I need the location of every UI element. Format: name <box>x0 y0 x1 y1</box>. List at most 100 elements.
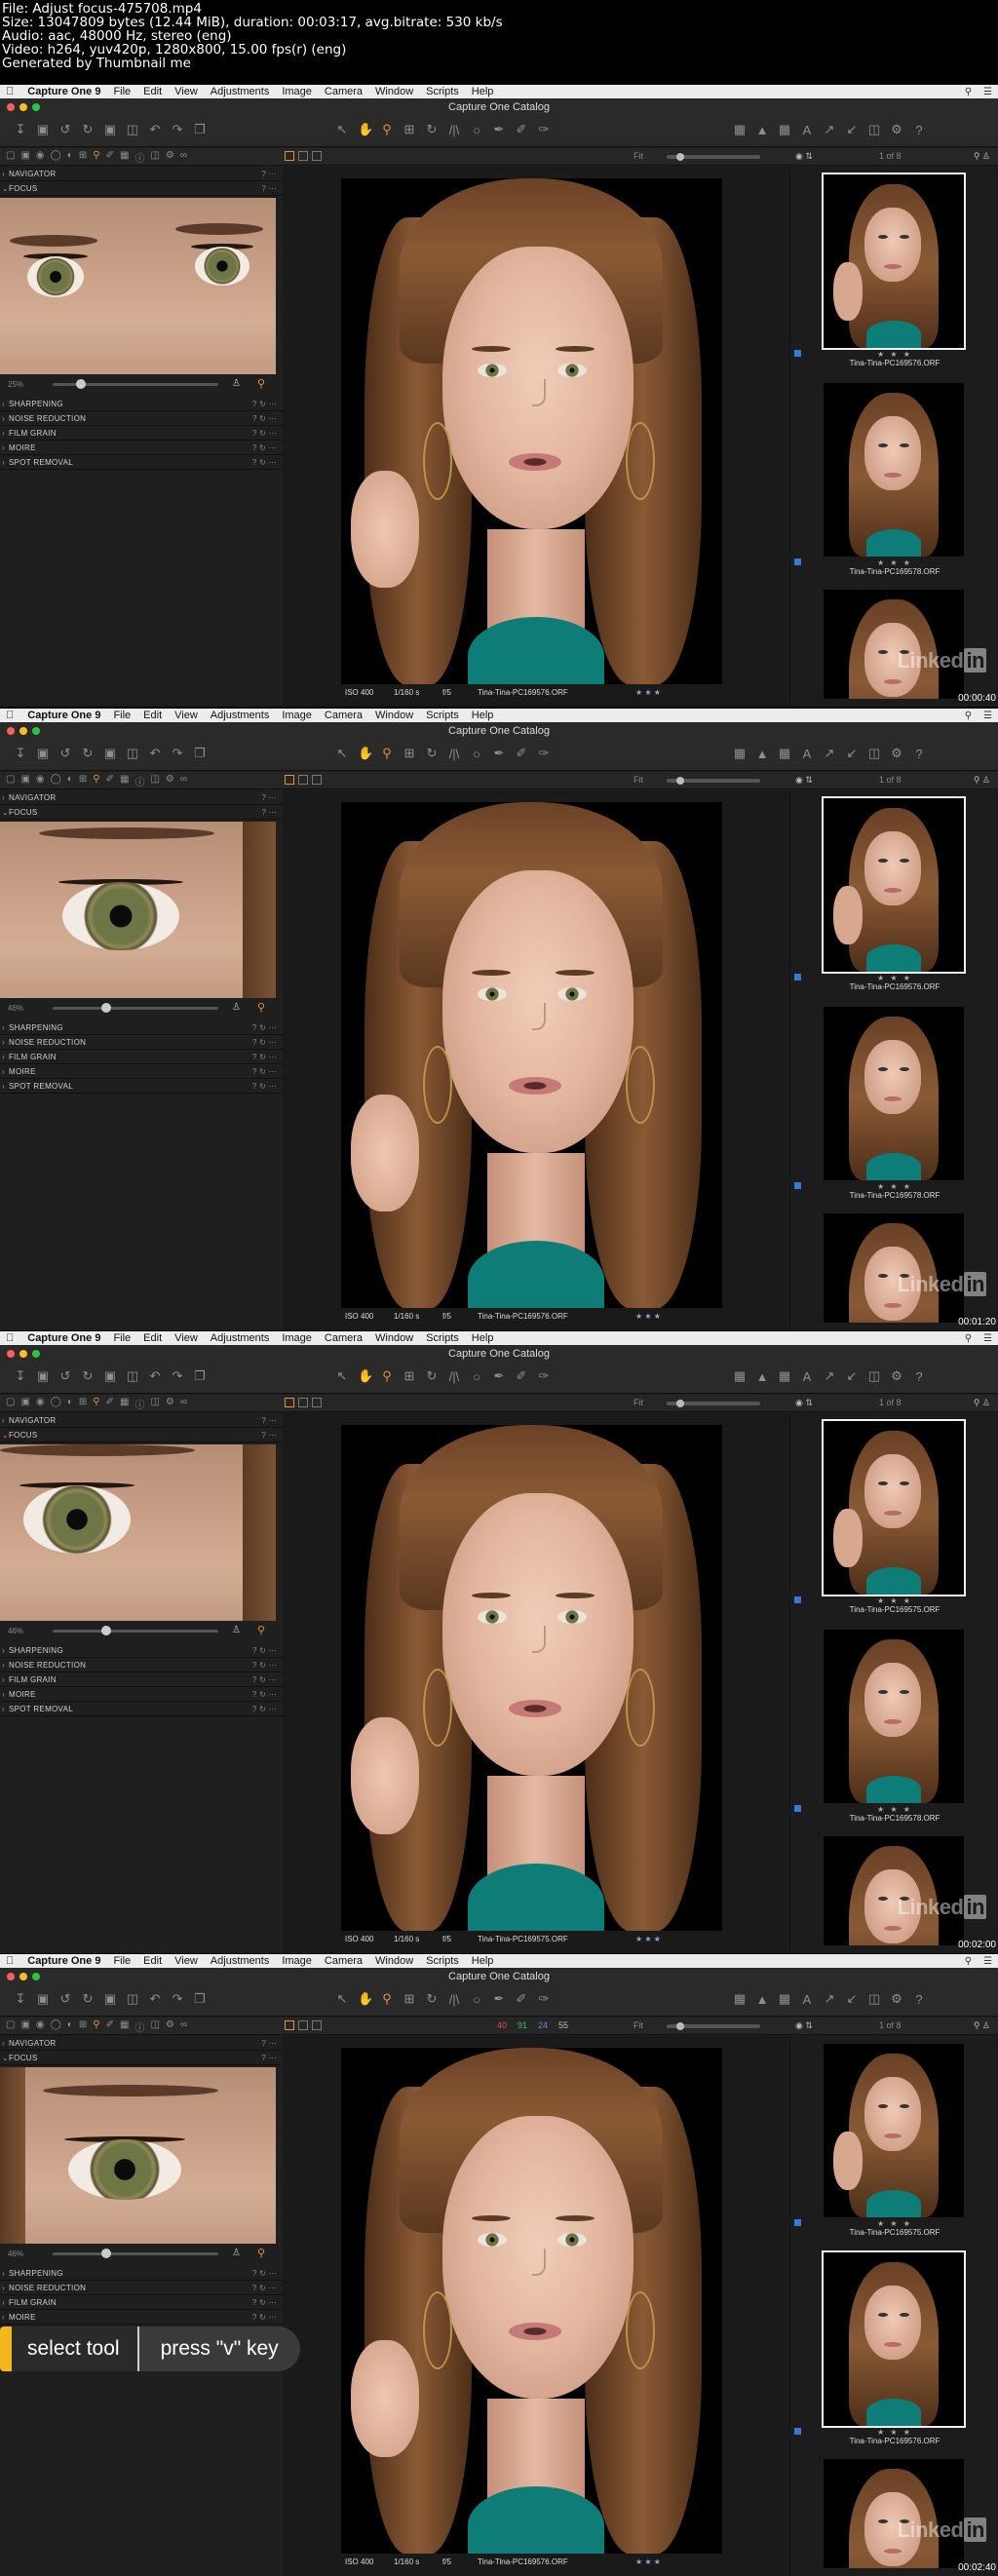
brush-tool-icon[interactable]: ✐ <box>515 122 528 137</box>
film-grain-header[interactable]: › FILM GRAIN ? ↻ ⋯ <box>0 1050 283 1064</box>
zoom-slider[interactable] <box>667 153 760 161</box>
menu-view[interactable]: View <box>174 1954 198 1968</box>
panel-menu-icon[interactable]: ? ⋯ <box>261 167 277 181</box>
adjust-tab-icon[interactable]: ▦ <box>120 1397 129 1411</box>
rotate-tool-icon[interactable]: ↻ <box>425 1368 439 1384</box>
capture-tab-icon[interactable]: ▣ <box>20 150 29 165</box>
rating-stars[interactable]: ★ ★ ★ <box>635 1935 661 1943</box>
menu-file[interactable]: File <box>113 85 131 98</box>
menu-camera[interactable]: Camera <box>325 1954 363 1968</box>
fit-label[interactable]: Fit <box>633 1398 643 1407</box>
metadata-tab-icon[interactable]: ⓘ <box>134 2019 144 2034</box>
moire-header[interactable]: › MOIRE ? ↻ ⋯ <box>0 1687 283 1702</box>
local-tab-icon[interactable]: ✐ <box>106 774 114 788</box>
focus-preview[interactable] <box>0 822 276 998</box>
loupe-icon[interactable]: ⚲ <box>257 2247 265 2259</box>
loupe-tool-icon[interactable]: ⚲ <box>380 1991 394 2007</box>
rotate-tool-icon[interactable]: ↻ <box>425 1991 439 2007</box>
thumbnail-rating[interactable]: ★ ★ ★ <box>790 558 998 567</box>
menu-image[interactable]: Image <box>282 85 312 98</box>
menu-scripts[interactable]: Scripts <box>426 85 459 98</box>
navigator-header[interactable]: › NAVIGATOR ? ⋯ <box>0 167 283 181</box>
copy-adjust-icon[interactable]: ↗ <box>823 746 836 761</box>
loupe-tool-icon[interactable]: ⚲ <box>380 1368 394 1384</box>
focus-zoom-knob[interactable] <box>101 2249 111 2258</box>
panel-menu-icon[interactable]: ? ⋯ <box>261 1428 277 1442</box>
print-icon[interactable]: ◫ <box>867 122 881 137</box>
batch-tab-icon[interactable]: ⚙ <box>166 1397 174 1411</box>
apply-adjust-icon[interactable]: ↙ <box>845 1991 859 2007</box>
navigator-header[interactable]: › NAVIGATOR ? ⋯ <box>0 1413 283 1428</box>
crop-tool-icon[interactable]: ⊞ <box>403 746 416 761</box>
main-photo[interactable] <box>341 178 722 684</box>
filmstrip-thumbnail[interactable] <box>822 1419 966 1596</box>
menu-edit[interactable]: Edit <box>143 1331 162 1345</box>
loupe-icon[interactable]: ⚲ <box>257 1624 265 1636</box>
filmstrip-thumbnail[interactable] <box>824 590 964 699</box>
spotlight-icon[interactable]: ⚲ <box>965 711 972 721</box>
eye-icon[interactable]: ◉ ⇅ <box>795 151 813 162</box>
moire-header[interactable]: › MOIRE ? ↻ ⋯ <box>0 2310 283 2325</box>
thumbnail-rating[interactable]: ★ ★ ★ <box>790 1805 998 1814</box>
focus-header[interactable]: ⌄ FOCUS ? ⋯ <box>0 2051 283 2065</box>
output-tab-icon[interactable]: ◫ <box>150 1397 159 1411</box>
details-tab-icon[interactable]: ⚲ <box>93 1397 99 1411</box>
redo-icon[interactable]: ↷ <box>171 746 184 761</box>
details-tab-icon[interactable]: ⚲ <box>93 150 99 165</box>
panel-tools-icon[interactable]: ? ↻ ⋯ <box>252 1079 277 1094</box>
apple-icon[interactable]:  <box>6 86 14 97</box>
crop-tool-icon[interactable]: ⊞ <box>403 1368 416 1384</box>
compare-view-icon[interactable] <box>312 1398 322 1407</box>
noise-reduction-header[interactable]: › NOISE REDUCTION ? ↻ ⋯ <box>0 1658 283 1672</box>
lens-tab-icon[interactable]: ◉ <box>36 774 45 788</box>
thumbnail-rating[interactable]: ★ ★ ★ <box>790 1596 998 1605</box>
help-icon[interactable]: ? <box>912 747 926 761</box>
brush-tool-icon[interactable]: ✐ <box>515 1991 528 2007</box>
annotate-tool-icon[interactable]: ✑ <box>537 1991 551 2007</box>
copy-adjust-icon[interactable]: ↗ <box>823 1368 836 1384</box>
text-icon[interactable]: A <box>800 747 814 761</box>
apple-icon[interactable]:  <box>6 1332 14 1344</box>
trash-icon[interactable]: ◫ <box>126 122 139 137</box>
apple-icon[interactable]:  <box>6 710 14 721</box>
hand-tool-icon[interactable]: ✋ <box>358 746 373 761</box>
library-tab-icon[interactable]: ▢ <box>6 1397 15 1411</box>
batch-tab-icon[interactable]: ⚙ <box>166 774 174 788</box>
gear-icon[interactable]: ⚙ <box>890 1368 903 1384</box>
crop-tool-icon[interactable]: ⊞ <box>403 1991 416 2007</box>
menu-adjustments[interactable]: Adjustments <box>211 1954 270 1968</box>
search-icon[interactable]: ⚲ ♙ <box>974 775 990 786</box>
picker-tool-icon[interactable]: ✒ <box>492 746 506 761</box>
select-checkbox[interactable] <box>794 2428 801 2435</box>
batch-tab-icon[interactable]: ⚙ <box>166 2019 174 2034</box>
film-grain-header[interactable]: › FILM GRAIN ? ↻ ⋯ <box>0 426 283 441</box>
filmstrip-thumbnail[interactable] <box>824 1836 964 1945</box>
search-icon[interactable]: ⚲ ♙ <box>974 151 990 162</box>
keystone-tool-icon[interactable]: /|\ <box>447 1992 461 2007</box>
single-view-icon[interactable] <box>298 151 308 161</box>
rotate-left-icon[interactable]: ↺ <box>58 1368 72 1384</box>
multi-view-icon[interactable] <box>285 775 294 785</box>
spot-tool-icon[interactable]: ○ <box>470 1992 483 2007</box>
select-checkbox[interactable] <box>794 1182 801 1189</box>
menu-edit[interactable]: Edit <box>143 1954 162 1968</box>
filmstrip-thumbnail[interactable] <box>824 1007 964 1180</box>
print-icon[interactable]: ◫ <box>867 1991 881 2007</box>
search-icon[interactable]: ⚲ ♙ <box>974 1398 990 1408</box>
multi-view-icon[interactable] <box>285 151 294 161</box>
sharpening-header[interactable]: › SHARPENING ? ↻ ⋯ <box>0 397 283 411</box>
zoom-slider[interactable] <box>667 2022 760 2030</box>
main-photo[interactable] <box>341 802 722 1308</box>
thumbnail-rating[interactable]: ★ ★ ★ <box>790 2428 998 2437</box>
menu-help[interactable]: Help <box>472 1954 494 1968</box>
panel-tools-icon[interactable]: ? ↻ ⋯ <box>252 1035 277 1050</box>
single-view-icon[interactable] <box>298 1398 308 1407</box>
import-icon[interactable]: ↧ <box>14 1991 27 2007</box>
menu-window[interactable]: Window <box>375 1331 413 1345</box>
adjust-tab-icon[interactable]: ▦ <box>120 2019 129 2034</box>
focus-zoom-slider[interactable] <box>53 1007 218 1010</box>
rotate-right-icon[interactable]: ↻ <box>81 1991 95 2007</box>
help-icon[interactable]: ? <box>912 1992 926 2007</box>
focus-header[interactable]: ⌄ FOCUS ? ⋯ <box>0 1428 283 1442</box>
sharpening-header[interactable]: › SHARPENING ? ↻ ⋯ <box>0 1020 283 1035</box>
